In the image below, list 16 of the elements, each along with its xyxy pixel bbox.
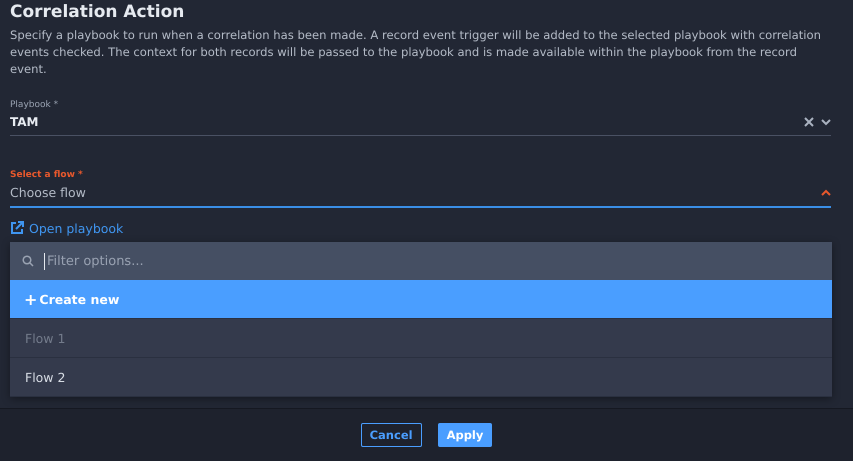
clear-icon[interactable] [804, 117, 814, 127]
field-label: Select a flow * [10, 170, 83, 180]
open-playbook-link[interactable]: Open playbook [10, 220, 124, 236]
playbook-select[interactable]: TAM [10, 113, 831, 136]
filter-field[interactable]: Filter options... [10, 242, 832, 280]
field-label: Playbook * [10, 100, 58, 110]
search-icon[interactable] [22, 255, 34, 267]
external-link-icon[interactable] [10, 221, 24, 235]
filter-input[interactable]: Filter options... [44, 252, 820, 270]
chevron-down-icon[interactable] [821, 118, 831, 126]
cancel-button[interactable]: Cancel [360, 423, 422, 447]
flow-select[interactable]: Choose flow [10, 183, 831, 208]
dialog-title: Correlation Action [10, 2, 186, 22]
description-text: Specify a playbook to run when a correlation has been made. A record event trigger will be added to the selected playbook with correlation events checked. The context for both records will be passed to the playbook and is made available within the playbook from the record event. [10, 27, 822, 78]
flow-option[interactable]: Flow 2 [10, 358, 832, 397]
chevron-up-icon[interactable] [821, 188, 831, 196]
